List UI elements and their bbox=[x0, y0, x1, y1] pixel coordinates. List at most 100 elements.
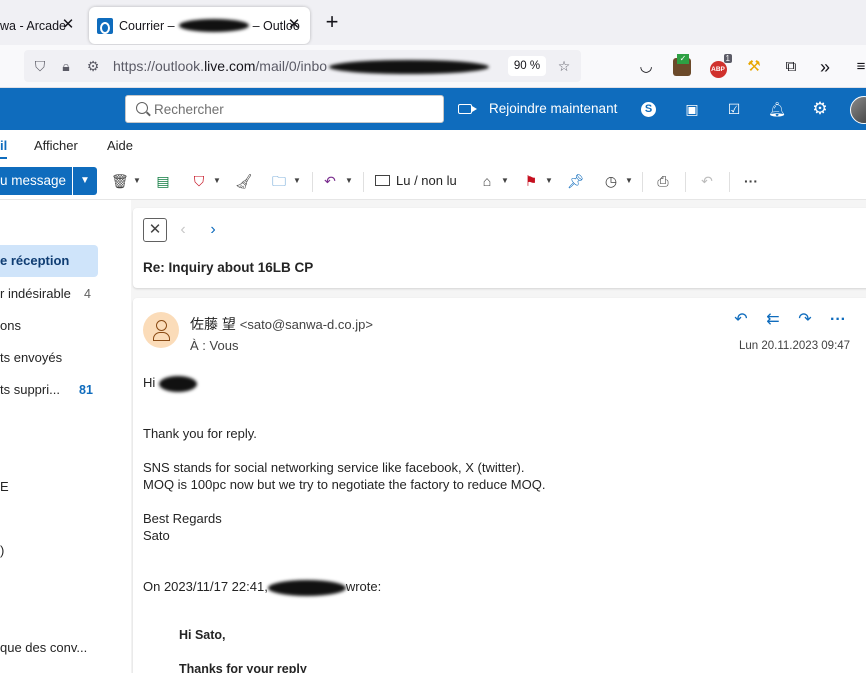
search-icon bbox=[136, 102, 148, 114]
toolbar-divider bbox=[312, 172, 313, 192]
chevron-down-icon[interactable]: ▼ bbox=[544, 174, 554, 188]
user-avatar[interactable] bbox=[850, 96, 866, 124]
chevron-down-icon[interactable]: ▼ bbox=[212, 174, 222, 188]
tab-close-icon[interactable]: ✕ bbox=[286, 17, 302, 33]
envelope-icon bbox=[375, 175, 390, 186]
lock-icon[interactable]: 🔒︎ bbox=[58, 58, 74, 74]
sender-line[interactable]: 佐藤 望 <sato@sanwa-d.co.jp> bbox=[190, 314, 373, 334]
url-text[interactable]: https://outlook.live.com/mail/0/inbo bbox=[113, 58, 490, 75]
body-line: SNS stands for social networking service… bbox=[143, 460, 525, 475]
new-message-button[interactable]: u message bbox=[0, 167, 72, 195]
folder-conversation-history[interactable]: que des conv... bbox=[0, 632, 98, 664]
report-shield-icon[interactable]: ⛉ bbox=[191, 173, 207, 189]
tab-close-icon[interactable]: ✕ bbox=[60, 17, 76, 33]
tab-title: Courrier – bbox=[119, 18, 175, 33]
archive-icon[interactable]: ▤ bbox=[155, 173, 171, 189]
zoom-level-badge[interactable]: 90 % bbox=[508, 56, 546, 76]
chevron-down-icon[interactable]: ▼ bbox=[344, 174, 354, 188]
sender-name: 佐藤 望 bbox=[190, 316, 236, 332]
folder-inbox[interactable]: e réception bbox=[0, 245, 98, 277]
pin-icon[interactable]: 📌︎ bbox=[567, 173, 585, 189]
snooze-clock-icon[interactable]: ◷ bbox=[603, 173, 619, 189]
gear-icon[interactable]: ⚙ bbox=[811, 100, 829, 118]
reply-icon[interactable]: ↶ bbox=[731, 310, 751, 330]
browser-tab-arcade[interactable]: wa - Arcade ✕ bbox=[0, 7, 86, 44]
redacted-blur bbox=[158, 375, 197, 392]
recipient-line: À : Vous bbox=[190, 338, 239, 353]
quote-greeting: Hi Sato, bbox=[179, 628, 226, 642]
extension-check-icon[interactable]: ✓ bbox=[673, 54, 691, 76]
outlook-favicon-icon bbox=[97, 17, 113, 34]
body-line: Sato bbox=[143, 528, 170, 543]
office-apps-icon[interactable]: ▣ bbox=[683, 100, 701, 118]
extensions-puzzle-icon[interactable]: ⧉ bbox=[782, 58, 800, 76]
chevron-down-icon[interactable]: ▼ bbox=[500, 174, 510, 188]
join-meeting-button[interactable]: Rejoindre maintenant bbox=[458, 101, 617, 116]
more-options-icon[interactable]: ··· bbox=[828, 310, 848, 330]
extension-hammer-icon[interactable]: ⚒ bbox=[745, 58, 763, 76]
chevron-down-icon[interactable]: ▼ bbox=[73, 167, 97, 195]
folder-deleted[interactable]: ts suppri... 81 bbox=[0, 374, 98, 406]
chevron-down-icon[interactable]: ▼ bbox=[292, 174, 302, 188]
bookmark-star-icon[interactable]: ☆ bbox=[556, 58, 572, 74]
reply-icon[interactable]: ↶ bbox=[322, 173, 338, 189]
tab-aide[interactable]: Aide bbox=[107, 138, 133, 153]
bell-icon[interactable]: 🔔︎ bbox=[768, 100, 786, 118]
chevron-down-icon[interactable]: ▼ bbox=[624, 174, 634, 188]
pocket-icon[interactable]: ◡ bbox=[637, 58, 655, 76]
reply-all-icon[interactable]: ⇇ bbox=[763, 310, 783, 330]
subject-card: ✕ ‹ › Re: Inquiry about 16LB CP bbox=[133, 208, 866, 288]
tag-icon[interactable]: ⌂ bbox=[479, 173, 495, 189]
chevron-left-icon[interactable]: ‹ bbox=[173, 220, 193, 240]
adblock-icon[interactable]: ABP 1 bbox=[709, 54, 732, 78]
read-unread-label: Lu / non lu bbox=[396, 173, 457, 188]
new-tab-plus-icon[interactable]: + bbox=[322, 11, 342, 33]
close-icon[interactable]: ✕ bbox=[143, 218, 167, 242]
ribbon-tabs: il Afficher Aide bbox=[0, 130, 866, 162]
folder-count: 81 bbox=[79, 383, 93, 397]
more-options-icon[interactable]: ··· bbox=[743, 173, 759, 189]
search-input[interactable] bbox=[154, 100, 434, 118]
read-unread-button[interactable]: Lu / non lu bbox=[375, 173, 457, 188]
forward-icon[interactable]: ↷ bbox=[795, 310, 815, 330]
menu-hamburger-icon[interactable]: ≡ bbox=[852, 58, 866, 76]
toolbar-divider bbox=[642, 172, 643, 192]
tab-accueil[interactable]: il bbox=[0, 138, 8, 159]
message-card: 佐藤 望 <sato@sanwa-d.co.jp> À : Vous ↶ ⇇ ↷… bbox=[133, 298, 866, 673]
browser-tab-outlook[interactable]: Courrier – – Outloo ✕ bbox=[89, 7, 310, 44]
outlook-header: Rejoindre maintenant S ▣ ☑ 🔔︎ ⚙ bbox=[0, 88, 866, 130]
redacted-blur bbox=[329, 60, 490, 75]
url-bar[interactable]: ⛉ 🔒︎ ⚙ https://outlook.live.com/mail/0/i… bbox=[24, 50, 581, 82]
shield-icon[interactable]: ⛉ bbox=[32, 58, 48, 74]
search-box[interactable] bbox=[125, 95, 444, 123]
chevron-down-icon[interactable]: ▼ bbox=[132, 174, 142, 188]
tab-afficher[interactable]: Afficher bbox=[34, 138, 78, 153]
permissions-icon[interactable]: ⚙ bbox=[85, 58, 101, 74]
overflow-chevron-icon[interactable]: » bbox=[816, 58, 834, 76]
redacted-blur bbox=[267, 579, 346, 596]
folder-junk[interactable]: r indésirable 4 bbox=[0, 278, 98, 310]
move-folder-icon[interactable]: 🗀 bbox=[271, 173, 287, 189]
print-icon[interactable]: ⎙ bbox=[655, 173, 671, 189]
sender-email: <sato@sanwa-d.co.jp> bbox=[239, 317, 373, 332]
sweep-broom-icon[interactable]: 🧹︎ bbox=[235, 173, 253, 189]
message-date: Lun 20.11.2023 09:47 bbox=[739, 340, 851, 352]
folder-sent[interactable]: ts envoyés bbox=[0, 342, 98, 374]
chevron-right-icon[interactable]: › bbox=[203, 220, 223, 240]
browser-nav-bar: ⛉ 🔒︎ ⚙ https://outlook.live.com/mail/0/i… bbox=[0, 45, 866, 88]
redacted-blur bbox=[178, 19, 249, 32]
delete-icon[interactable]: 🗑︎ bbox=[111, 173, 129, 189]
folder-item[interactable]: ) bbox=[0, 535, 98, 567]
folder-item[interactable]: E bbox=[0, 471, 98, 503]
tab-title: wa - Arcade bbox=[0, 18, 67, 33]
folder-drafts[interactable]: ons bbox=[0, 310, 98, 342]
flag-icon[interactable]: ⚑ bbox=[523, 173, 539, 189]
folder-count: 4 bbox=[84, 287, 91, 301]
skype-icon[interactable]: S bbox=[641, 102, 656, 117]
sender-avatar[interactable] bbox=[143, 312, 179, 348]
toolbar-divider bbox=[363, 172, 364, 192]
undo-icon[interactable]: ↶ bbox=[699, 173, 715, 189]
todo-icon[interactable]: ☑ bbox=[725, 100, 743, 118]
body-line: Thank you for reply. bbox=[143, 426, 257, 441]
join-label: Rejoindre maintenant bbox=[489, 101, 618, 116]
